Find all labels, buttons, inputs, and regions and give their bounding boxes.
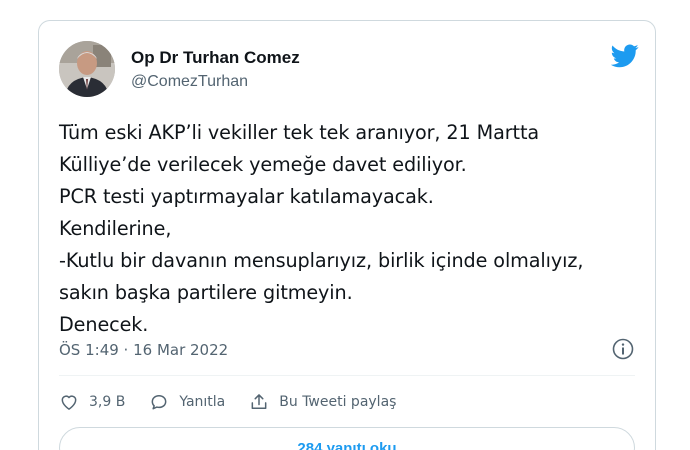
tweet-line: Kendilerine, bbox=[59, 217, 172, 240]
info-icon[interactable] bbox=[611, 337, 635, 361]
read-replies-button[interactable]: 284 yanıtı oku bbox=[59, 427, 635, 450]
like-button[interactable]: 3,9 B bbox=[59, 392, 125, 412]
share-upload-icon bbox=[251, 394, 267, 409]
avatar-photo bbox=[59, 41, 115, 97]
tweet-timestamp[interactable]: ÖS 1:49 · 16 Mar 2022 bbox=[59, 341, 228, 359]
tweet-line: sakın başka partilere gitmeyin. bbox=[59, 281, 353, 304]
page: Op Dr Turhan Comez @ComezTurhan Tüm eski… bbox=[0, 0, 690, 450]
divider bbox=[59, 375, 635, 376]
tweet-text: Tüm eski AKP’li vekiller tek tek aranıyo… bbox=[59, 117, 649, 341]
twitter-bird-icon[interactable] bbox=[610, 44, 639, 68]
share-button[interactable]: Bu Tweeti paylaş bbox=[249, 392, 396, 412]
tweet-line: Denecek. bbox=[59, 313, 149, 336]
heart-icon bbox=[61, 395, 77, 410]
tweet-actions: 3,9 B Yanıtla Bu Tweeti paylaş bbox=[59, 387, 420, 417]
reply-label: Yanıtla bbox=[179, 394, 226, 410]
tweet-card[interactable]: Op Dr Turhan Comez @ComezTurhan Tüm eski… bbox=[38, 20, 656, 450]
like-count: 3,9 B bbox=[89, 394, 126, 410]
author-name[interactable]: Op Dr Turhan Comez bbox=[131, 48, 300, 68]
reply-bubble-icon bbox=[151, 395, 167, 410]
share-label: Bu Tweeti paylaş bbox=[279, 394, 397, 410]
tweet-line: Külliye’de verilecek yemeğe davet ediliy… bbox=[59, 153, 467, 176]
tweet-line: Tüm eski AKP’li vekiller tek tek aranıyo… bbox=[59, 121, 540, 144]
tweet-line: -Kutlu bir davanın mensuplarıyız, birlik… bbox=[59, 249, 584, 272]
author-handle[interactable]: @ComezTurhan bbox=[131, 73, 248, 91]
reply-button[interactable]: Yanıtla bbox=[149, 392, 225, 412]
tweet-line: PCR testi yaptırmayalar katılamayacak. bbox=[59, 185, 434, 208]
avatar[interactable] bbox=[59, 41, 115, 97]
